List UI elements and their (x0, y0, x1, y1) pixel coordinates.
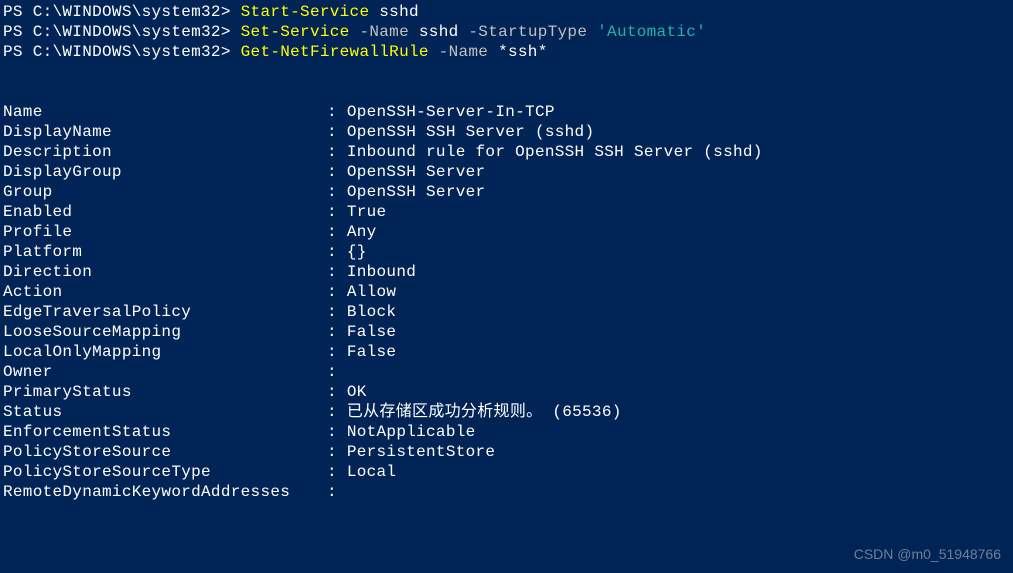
command-segment: sshd (369, 3, 419, 21)
output-value: True (347, 202, 387, 222)
output-separator: : (327, 202, 347, 222)
output-separator: : (327, 102, 347, 122)
output-separator: : (327, 262, 347, 282)
output-row: EnforcementStatus: NotApplicable (3, 422, 1010, 442)
output-value: Any (347, 222, 377, 242)
output-separator: : (327, 142, 347, 162)
output-row: RemoteDynamicKeywordAddresses: (3, 482, 1010, 502)
output-value: OK (347, 382, 367, 402)
output-separator: : (327, 222, 347, 242)
output-separator: : (327, 122, 347, 142)
blank-line (3, 62, 1010, 82)
output-row: Owner: (3, 362, 1010, 382)
output-key: Direction (3, 262, 327, 282)
output-value: PersistentStore (347, 442, 496, 462)
output-separator: : (327, 422, 347, 442)
output-row: Profile: Any (3, 222, 1010, 242)
output-key: DisplayName (3, 122, 327, 142)
cmdlet-name: Start-Service (241, 3, 370, 21)
output-value: OpenSSH Server (347, 182, 486, 202)
command-segment: sshd (409, 23, 468, 41)
output-row: LooseSourceMapping: False (3, 322, 1010, 342)
output-separator: : (327, 382, 347, 402)
output-separator: : (327, 282, 347, 302)
output-row: EdgeTraversalPolicy: Block (3, 302, 1010, 322)
output-value: {} (347, 242, 367, 262)
output-key: Enabled (3, 202, 327, 222)
output-value: Inbound (347, 262, 416, 282)
output-separator: : (327, 182, 347, 202)
output-key: EdgeTraversalPolicy (3, 302, 327, 322)
output-separator: : (327, 462, 347, 482)
prompt-text: PS C:\WINDOWS\system32> (3, 23, 241, 41)
output-key: Platform (3, 242, 327, 262)
output-key: Action (3, 282, 327, 302)
output-separator: : (327, 362, 347, 382)
output-value: Local (347, 462, 397, 482)
output-row: Direction: Inbound (3, 262, 1010, 282)
output-row: Enabled: True (3, 202, 1010, 222)
output-value: Inbound rule for OpenSSH SSH Server (ssh… (347, 142, 763, 162)
output-key: LooseSourceMapping (3, 322, 327, 342)
command-line: PS C:\WINDOWS\system32> Get-NetFirewallR… (3, 42, 1010, 62)
output-key: Description (3, 142, 327, 162)
cmdlet-name: Set-Service (241, 23, 350, 41)
output-key: Name (3, 102, 327, 122)
output-separator: : (327, 442, 347, 462)
output-row: Group: OpenSSH Server (3, 182, 1010, 202)
output-row: LocalOnlyMapping: False (3, 342, 1010, 362)
output-row: Description: Inbound rule for OpenSSH SS… (3, 142, 1010, 162)
output-key: LocalOnlyMapping (3, 342, 327, 362)
output-separator: : (327, 342, 347, 362)
blank-line (3, 82, 1010, 102)
cmdlet-name: Get-NetFirewallRule (241, 43, 429, 61)
output-value: False (347, 322, 397, 342)
output-row: PolicyStoreSource: PersistentStore (3, 442, 1010, 462)
output-value: Allow (347, 282, 397, 302)
output-value: OpenSSH SSH Server (sshd) (347, 122, 595, 142)
command-segment: 'Automatic' (587, 23, 706, 41)
output-key: PolicyStoreSource (3, 442, 327, 462)
output-separator: : (327, 402, 347, 422)
output-row: PrimaryStatus: OK (3, 382, 1010, 402)
output-value: NotApplicable (347, 422, 476, 442)
output-row: PolicyStoreSourceType: Local (3, 462, 1010, 482)
output-key: PolicyStoreSourceType (3, 462, 327, 482)
output-value: False (347, 342, 397, 362)
output-value: Block (347, 302, 397, 322)
output-key: Owner (3, 362, 327, 382)
output-separator: : (327, 482, 347, 502)
prompt-text: PS C:\WINDOWS\system32> (3, 43, 241, 61)
command-segment: -Name (429, 43, 488, 61)
output-row: Name: OpenSSH-Server-In-TCP (3, 102, 1010, 122)
output-value: OpenSSH-Server-In-TCP (347, 102, 555, 122)
output-separator: : (327, 322, 347, 342)
prompt-text: PS C:\WINDOWS\system32> (3, 3, 241, 21)
output-key: DisplayGroup (3, 162, 327, 182)
command-line: PS C:\WINDOWS\system32> Start-Service ss… (3, 2, 1010, 22)
command-segment: *ssh* (488, 43, 547, 61)
output-row: DisplayName: OpenSSH SSH Server (sshd) (3, 122, 1010, 142)
output-row: Status: 已从存储区成功分析规则。 (65536) (3, 402, 1010, 422)
command-line: PS C:\WINDOWS\system32> Set-Service -Nam… (3, 22, 1010, 42)
output-key: PrimaryStatus (3, 382, 327, 402)
output-row: DisplayGroup: OpenSSH Server (3, 162, 1010, 182)
output-value: 已从存储区成功分析规则。 (65536) (347, 402, 622, 422)
command-segment: -StartupType (468, 23, 587, 41)
output-separator: : (327, 162, 347, 182)
output-row: Platform: {} (3, 242, 1010, 262)
output-key: EnforcementStatus (3, 422, 327, 442)
output-row: Action: Allow (3, 282, 1010, 302)
output-key: Profile (3, 222, 327, 242)
watermark-text: CSDN @m0_51948766 (854, 546, 1001, 564)
output-key: Group (3, 182, 327, 202)
command-segment: -Name (350, 23, 409, 41)
output-separator: : (327, 242, 347, 262)
output-key: Status (3, 402, 327, 422)
output-separator: : (327, 302, 347, 322)
output-value: OpenSSH Server (347, 162, 486, 182)
powershell-terminal[interactable]: PS C:\WINDOWS\system32> Start-Service ss… (3, 2, 1010, 502)
output-key: RemoteDynamicKeywordAddresses (3, 482, 327, 502)
